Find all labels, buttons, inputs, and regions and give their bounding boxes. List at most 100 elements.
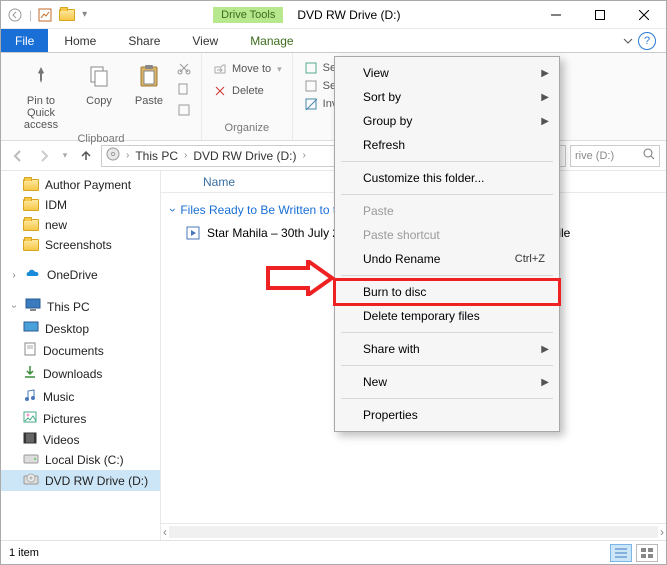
- submenu-arrow-icon: ▶: [541, 377, 549, 388]
- paste-shortcut-icon[interactable]: [177, 103, 191, 120]
- tab-view[interactable]: View: [176, 29, 234, 52]
- nav-documents[interactable]: Documents: [1, 339, 160, 362]
- disc-drive-icon: [23, 473, 39, 488]
- folder-icon: [23, 239, 39, 251]
- callout-arrow-icon: [266, 260, 336, 299]
- ctx-customize[interactable]: Customize this folder...: [335, 166, 559, 190]
- maximize-button[interactable]: [578, 1, 622, 29]
- copy-path-icon[interactable]: [177, 82, 191, 99]
- minimize-button[interactable]: [534, 1, 578, 29]
- menu-separator: [341, 161, 553, 162]
- properties-icon[interactable]: [38, 8, 52, 22]
- nav-forward-button[interactable]: [33, 145, 55, 167]
- submenu-arrow-icon: ▶: [541, 116, 549, 127]
- tab-file[interactable]: File: [1, 29, 48, 52]
- nav-onedrive[interactable]: ›OneDrive: [1, 265, 160, 285]
- ctx-burn-to-disc[interactable]: Burn to disc: [335, 280, 559, 304]
- pin-quick-access-button[interactable]: Pin to Quick access: [11, 57, 71, 133]
- chevron-right-icon[interactable]: ›: [300, 150, 307, 161]
- large-icons-view-button[interactable]: [636, 544, 658, 562]
- search-icon[interactable]: [643, 148, 655, 163]
- horizontal-scrollbar[interactable]: ‹ ›: [161, 523, 666, 540]
- crumb-thispc[interactable]: This PC: [135, 149, 178, 163]
- music-icon: [23, 388, 37, 405]
- menu-separator: [341, 275, 553, 276]
- drive-icon: [23, 453, 39, 467]
- details-view-button[interactable]: [610, 544, 632, 562]
- expander-icon[interactable]: ›: [9, 302, 20, 312]
- ctx-new[interactable]: New▶: [335, 370, 559, 394]
- navigation-pane[interactable]: Author Payment IDM new Screenshots ›OneD…: [1, 171, 161, 540]
- ctx-delete-temp[interactable]: Delete temporary files: [335, 304, 559, 328]
- chevron-right-icon[interactable]: ›: [124, 150, 131, 161]
- close-button[interactable]: [622, 1, 666, 29]
- ribbon-tabs: File Home Share View Manage ?: [1, 29, 666, 53]
- context-menu: View▶ Sort by▶ Group by▶ Refresh Customi…: [334, 56, 560, 432]
- pictures-icon: [23, 411, 37, 426]
- scroll-right-icon[interactable]: ›: [660, 525, 664, 539]
- paste-button[interactable]: Paste: [127, 57, 171, 109]
- nav-folder[interactable]: Screenshots: [1, 235, 160, 255]
- copy-button[interactable]: Copy: [77, 57, 121, 109]
- tab-manage[interactable]: Manage: [234, 29, 309, 52]
- move-to-icon: [212, 62, 228, 76]
- ctx-properties[interactable]: Properties: [335, 403, 559, 427]
- ctx-paste-shortcut: Paste shortcut: [335, 223, 559, 247]
- clipboard-extras: [177, 57, 191, 120]
- submenu-arrow-icon: ▶: [541, 344, 549, 355]
- nav-history-dropdown[interactable]: ▾: [59, 145, 71, 167]
- nav-music[interactable]: Music: [1, 385, 160, 408]
- delete-icon: [212, 84, 228, 98]
- videos-icon: [23, 432, 37, 447]
- ctx-undo-rename[interactable]: Undo RenameCtrl+Z: [335, 247, 559, 271]
- new-folder-icon[interactable]: [58, 6, 76, 24]
- delete-button[interactable]: Delete: [212, 83, 264, 99]
- nav-folder[interactable]: IDM: [1, 195, 160, 215]
- desktop-icon: [23, 321, 39, 336]
- window-title: DVD RW Drive (D:): [297, 8, 534, 22]
- cut-icon[interactable]: [177, 61, 191, 78]
- nav-downloads[interactable]: Downloads: [1, 362, 160, 385]
- ctx-sortby[interactable]: Sort by▶: [335, 85, 559, 109]
- crumb-drive[interactable]: DVD RW Drive (D:): [193, 149, 296, 163]
- tab-share[interactable]: Share: [112, 29, 176, 52]
- qat-dropdown-icon[interactable]: ▾: [82, 9, 87, 20]
- nav-folder[interactable]: new: [1, 215, 160, 235]
- downloads-icon: [23, 365, 37, 382]
- chevron-right-icon[interactable]: ›: [182, 150, 189, 161]
- ctx-paste: Paste: [335, 199, 559, 223]
- nav-back-button[interactable]: [7, 145, 29, 167]
- qat-sep: |: [29, 8, 32, 22]
- move-to-button[interactable]: Move to▾: [212, 61, 282, 77]
- folder-icon: [23, 219, 39, 231]
- thispc-icon: [25, 298, 41, 315]
- submenu-arrow-icon: ▶: [541, 68, 549, 79]
- drive-tools-contextual-tab[interactable]: Drive Tools: [213, 7, 283, 23]
- tab-home[interactable]: Home: [48, 29, 112, 52]
- keyboard-shortcut: Ctrl+Z: [515, 253, 545, 265]
- ctx-groupby[interactable]: Group by▶: [335, 109, 559, 133]
- copy-icon: [88, 59, 110, 93]
- nav-thispc[interactable]: ›This PC: [1, 295, 160, 318]
- nav-folder[interactable]: Author Payment: [1, 175, 160, 195]
- help-icon[interactable]: ?: [638, 32, 656, 50]
- nav-videos[interactable]: Videos: [1, 429, 160, 450]
- ctx-view[interactable]: View▶: [335, 61, 559, 85]
- back-history-icon[interactable]: [7, 7, 23, 23]
- ribbon-collapse[interactable]: ?: [612, 32, 666, 50]
- nav-desktop[interactable]: Desktop: [1, 318, 160, 339]
- search-box[interactable]: rive (D:): [570, 145, 660, 167]
- pin-icon: [29, 59, 53, 93]
- nav-localdisk[interactable]: Local Disk (C:): [1, 450, 160, 470]
- expander-icon[interactable]: ›: [9, 270, 19, 281]
- ctx-refresh[interactable]: Refresh: [335, 133, 559, 157]
- submenu-arrow-icon: ▶: [541, 92, 549, 103]
- nav-pictures[interactable]: Pictures: [1, 408, 160, 429]
- menu-separator: [341, 332, 553, 333]
- scroll-left-icon[interactable]: ‹: [163, 525, 167, 539]
- nav-dvddrive[interactable]: DVD RW Drive (D:): [1, 470, 160, 491]
- disc-icon: [106, 147, 120, 164]
- ctx-share-with[interactable]: Share with▶: [335, 337, 559, 361]
- nav-up-button[interactable]: [75, 145, 97, 167]
- menu-separator: [341, 194, 553, 195]
